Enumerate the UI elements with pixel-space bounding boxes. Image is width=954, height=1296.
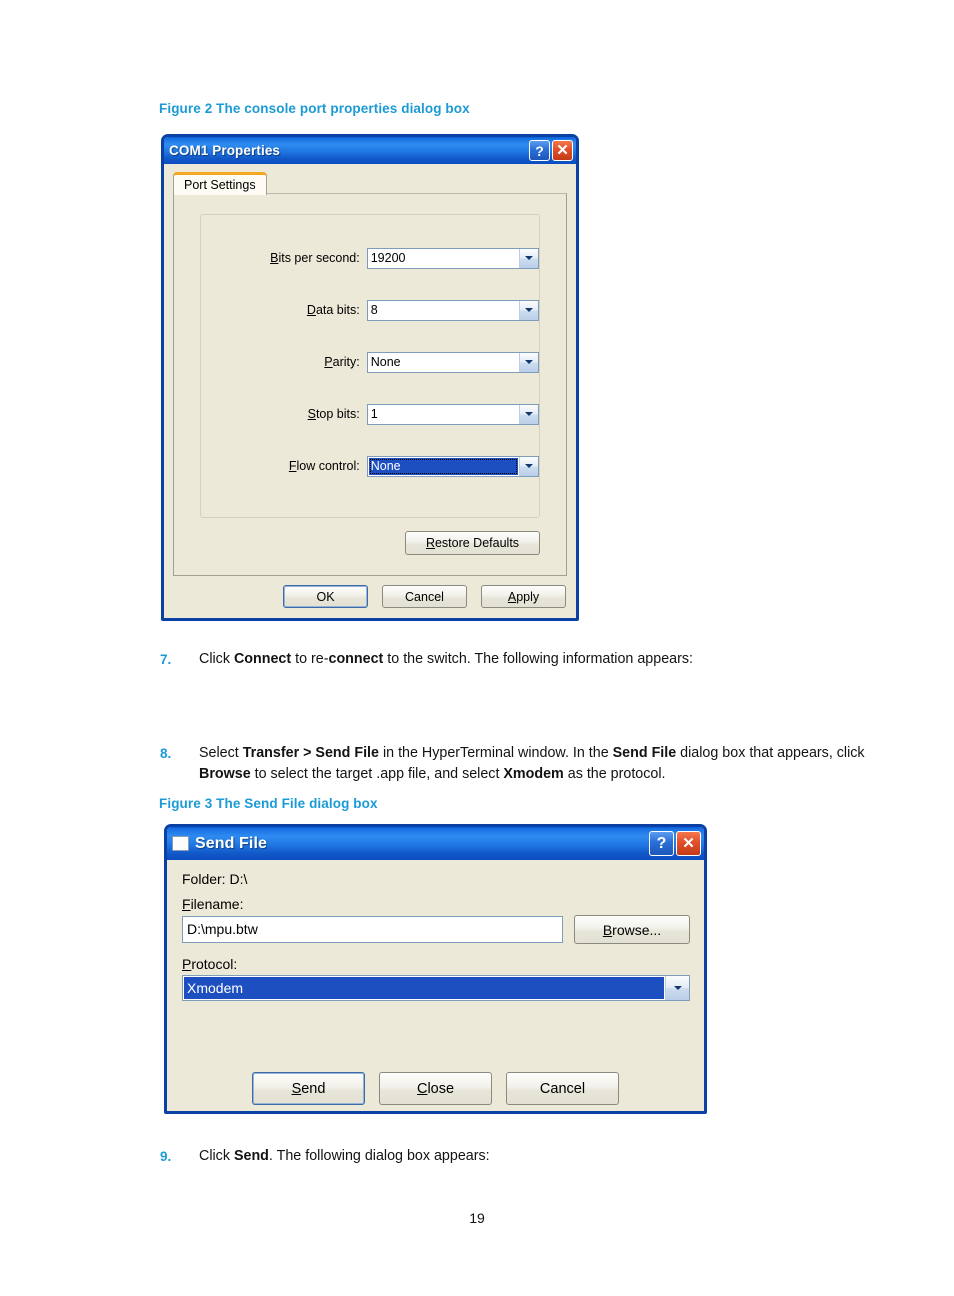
combo-bits-per-second-value: 19200	[370, 250, 406, 265]
combo-data-bits-value: 8	[370, 302, 378, 317]
send-button[interactable]: Send	[252, 1072, 365, 1105]
restore-defaults-button[interactable]: Restore Defaults	[405, 531, 540, 555]
tab-port-settings[interactable]: Port Settings	[173, 172, 267, 195]
send-file-body: Folder: D:\ Filename: D:\mpu.btw Browse.…	[167, 860, 704, 1111]
com1-titlebar: COM1 Properties ? ✕	[164, 137, 576, 164]
close-icon[interactable]: ✕	[676, 831, 701, 856]
step-7-text: Click Connect to re-connect to the switc…	[199, 651, 693, 667]
label-parity: Parity:	[324, 355, 360, 369]
settings-group-box: Bits per second: 19200 Data bits: 8 Pari…	[200, 214, 540, 518]
browse-label: Browse...	[602, 921, 662, 938]
chevron-down-icon[interactable]	[519, 456, 538, 476]
com1-properties-dialog: COM1 Properties ? ✕ Port Settings Bits p…	[161, 134, 579, 621]
field-data-bits: Data bits: 8	[201, 299, 539, 321]
help-glyph: ?	[535, 142, 544, 159]
apply-label: Apply	[507, 589, 540, 604]
label-stop-bits: Stop bits:	[307, 407, 360, 421]
filename-row: D:\mpu.btw Browse...	[182, 915, 690, 944]
close-button[interactable]: Close	[379, 1072, 492, 1105]
browse-button[interactable]: Browse...	[574, 915, 690, 944]
port-settings-panel: Bits per second: 19200 Data bits: 8 Pari…	[173, 193, 567, 576]
combo-flow-control[interactable]: None	[366, 455, 539, 477]
close-glyph: ✕	[556, 142, 569, 159]
combo-bits-per-second[interactable]: 19200	[366, 247, 539, 269]
help-icon[interactable]: ?	[529, 140, 550, 161]
cancel-label: Cancel	[539, 1080, 586, 1097]
filename-input[interactable]: D:\mpu.btw	[182, 916, 563, 943]
label-bits-per-second: Bits per second:	[270, 251, 360, 265]
chevron-down-icon[interactable]	[665, 976, 689, 1000]
cancel-button[interactable]: Cancel	[382, 585, 467, 608]
send-file-titlebar: Send File ? ✕	[167, 827, 704, 860]
step-7-number: 7.	[160, 652, 172, 667]
chevron-down-icon[interactable]	[519, 248, 538, 268]
field-flow-control: Flow control: None	[201, 455, 539, 477]
figure-3-caption: Figure 3 The Send File dialog box	[159, 796, 378, 811]
folder-path: Folder: D:\	[182, 871, 248, 887]
com1-dialog-body: Port Settings Bits per second: 19200 Dat…	[164, 164, 576, 618]
ok-label: OK	[316, 589, 335, 604]
protocol-label: Protocol:	[182, 956, 238, 972]
com1-title-text: COM1 Properties	[169, 143, 281, 158]
chevron-down-icon[interactable]	[519, 300, 538, 320]
combo-flow-control-value: None	[368, 457, 518, 475]
combo-protocol-value: Xmodem	[184, 977, 664, 999]
send-file-dialog: Send File ? ✕ Folder: D:\ Filename: D:\m…	[164, 824, 707, 1114]
close-glyph: ✕	[682, 835, 695, 852]
help-icon[interactable]: ?	[649, 831, 674, 856]
step-9-text: Click Send. The following dialog box app…	[199, 1148, 490, 1164]
figure-2-caption: Figure 2 The console port properties dia…	[159, 101, 470, 116]
step-9: 9. Click Send. The following dialog box …	[160, 1146, 760, 1167]
step-8-text: Select Transfer > Send File in the Hyper…	[199, 745, 865, 782]
apply-button[interactable]: Apply	[481, 585, 566, 608]
cancel-button[interactable]: Cancel	[506, 1072, 619, 1105]
tab-strip: Port Settings	[173, 172, 567, 195]
close-icon[interactable]: ✕	[552, 140, 573, 161]
chevron-down-icon[interactable]	[519, 404, 538, 424]
close-label: Close	[416, 1080, 455, 1097]
help-glyph: ?	[656, 834, 667, 852]
chevron-down-icon[interactable]	[519, 352, 538, 372]
combo-protocol[interactable]: Xmodem	[182, 975, 690, 1001]
cancel-label: Cancel	[405, 589, 444, 604]
field-stop-bits: Stop bits: 1	[201, 403, 539, 425]
combo-parity-value: None	[370, 354, 401, 369]
send-file-button-row: Send Close Cancel	[167, 1072, 704, 1105]
com1-button-row: OK Cancel Apply	[283, 585, 566, 608]
page-number: 19	[469, 1210, 485, 1226]
combo-stop-bits-value: 1	[370, 406, 378, 421]
step-8-number: 8.	[160, 746, 172, 761]
combo-parity[interactable]: None	[366, 351, 539, 373]
field-parity: Parity: None	[201, 351, 539, 373]
step-8: 8. Select Transfer > Send File in the Hy…	[160, 743, 900, 785]
window-icon	[172, 836, 189, 851]
send-file-title-text: Send File	[195, 834, 268, 852]
label-data-bits: Data bits:	[306, 303, 360, 317]
ok-button[interactable]: OK	[283, 585, 368, 608]
send-label: Send	[291, 1080, 326, 1097]
step-9-number: 9.	[160, 1149, 172, 1164]
field-bits-per-second: Bits per second: 19200	[201, 247, 539, 269]
combo-stop-bits[interactable]: 1	[366, 403, 539, 425]
filename-label: Filename:	[182, 896, 244, 912]
label-flow-control: Flow control:	[288, 459, 360, 473]
combo-data-bits[interactable]: 8	[366, 299, 539, 321]
step-7: 7. Click Connect to re-connect to the sw…	[160, 649, 880, 670]
restore-defaults-label: Restore Defaults	[425, 536, 520, 550]
